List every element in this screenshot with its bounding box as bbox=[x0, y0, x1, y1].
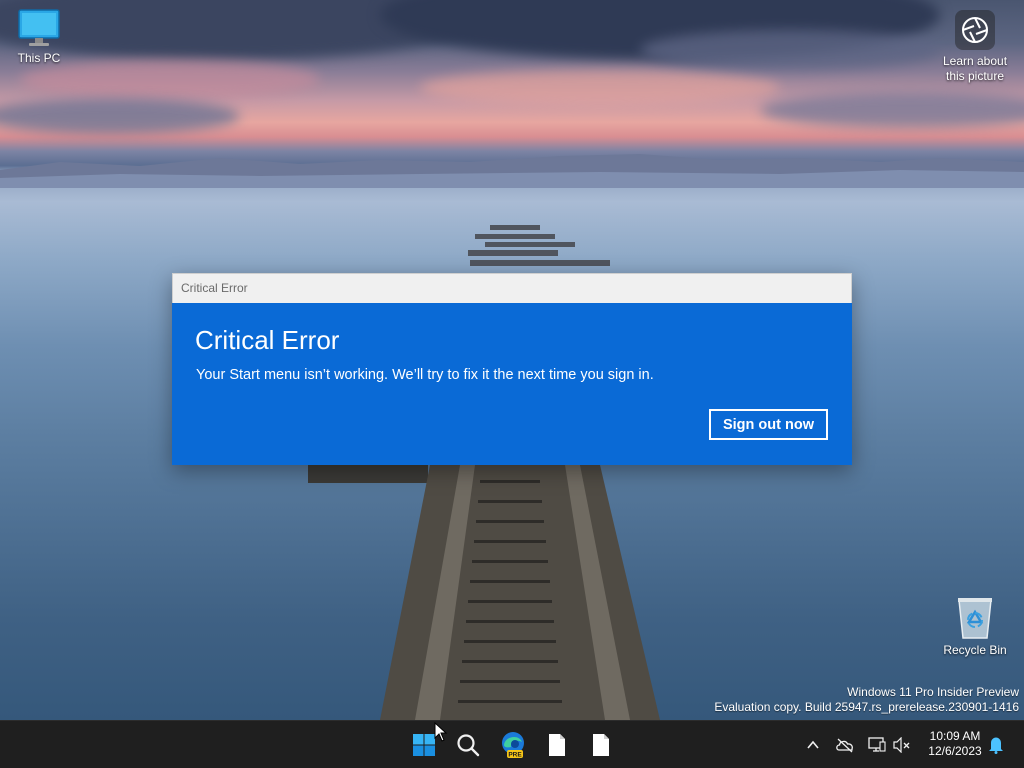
camera-lens-icon bbox=[955, 10, 995, 50]
critical-error-dialog: Critical Error Critical Error Your Start… bbox=[172, 273, 852, 465]
chevron-up-icon bbox=[807, 740, 819, 749]
search-icon bbox=[457, 734, 480, 757]
watermark-line-1: Windows 11 Pro Insider Preview bbox=[847, 685, 1019, 699]
sign-out-now-button[interactable]: Sign out now bbox=[709, 409, 828, 440]
file-2-button[interactable] bbox=[583, 727, 619, 763]
network-tray-button[interactable] bbox=[865, 733, 889, 757]
cloud bbox=[20, 60, 320, 100]
speaker-muted-icon bbox=[893, 737, 910, 753]
network-icon bbox=[868, 737, 886, 752]
this-pc-desktop-icon[interactable]: This PC bbox=[8, 8, 70, 65]
volume-tray-button[interactable] bbox=[890, 733, 914, 757]
windows-logo-icon bbox=[413, 734, 435, 756]
clock-date: 12/6/2023 bbox=[928, 744, 982, 758]
desktop: This PC Learn about this picture Recycle… bbox=[0, 0, 1024, 720]
recycle-bin-icon bbox=[958, 598, 992, 639]
mountains bbox=[0, 154, 1024, 188]
file-1-button[interactable] bbox=[539, 727, 575, 763]
taskbar: PRE 10:09 AM 12/6/2023 bbox=[0, 720, 1024, 768]
recycle-bin-label: Recycle Bin bbox=[943, 643, 1007, 657]
edge-preview-button[interactable]: PRE bbox=[495, 727, 531, 763]
dialog-title-bar[interactable]: Critical Error bbox=[172, 273, 852, 303]
dialog-body: Critical Error Your Start menu isn’t wor… bbox=[172, 303, 852, 465]
search-button[interactable] bbox=[450, 727, 486, 763]
edge-badge: PRE bbox=[508, 752, 522, 759]
bell-icon bbox=[989, 737, 1003, 754]
clock-button[interactable]: 10:09 AM 12/6/2023 bbox=[918, 729, 992, 759]
clock-time: 10:09 AM bbox=[929, 729, 981, 743]
mouse-cursor-icon bbox=[434, 722, 448, 742]
evaluation-watermark: Windows 11 Pro Insider Preview Evaluatio… bbox=[714, 685, 1019, 715]
cloud-offline-icon bbox=[836, 738, 853, 753]
cloud bbox=[0, 98, 240, 134]
monitor-icon bbox=[18, 9, 60, 46]
cloud bbox=[760, 92, 1024, 128]
this-pc-label: This PC bbox=[17, 51, 61, 65]
cloud bbox=[640, 30, 940, 70]
onedrive-tray-button[interactable] bbox=[833, 733, 857, 757]
edge-icon: PRE bbox=[502, 732, 524, 759]
document-icon bbox=[549, 734, 565, 756]
recycle-bin-desktop-icon[interactable]: Recycle Bin bbox=[940, 596, 1010, 657]
show-hidden-icons-button[interactable] bbox=[801, 733, 825, 757]
watermark-line-2: Evaluation copy. Build 25947.rs_prerelea… bbox=[714, 700, 1019, 714]
cloud bbox=[420, 70, 780, 106]
dialog-heading: Critical Error bbox=[195, 325, 340, 355]
learn-about-picture-label: Learn about this picture bbox=[942, 54, 1008, 83]
learn-about-picture-desktop-icon[interactable]: Learn about this picture bbox=[935, 10, 1015, 84]
dialog-message: Your Start menu isn’t working. We’ll try… bbox=[196, 367, 654, 383]
notifications-button[interactable] bbox=[984, 733, 1008, 757]
document-icon bbox=[593, 734, 609, 756]
